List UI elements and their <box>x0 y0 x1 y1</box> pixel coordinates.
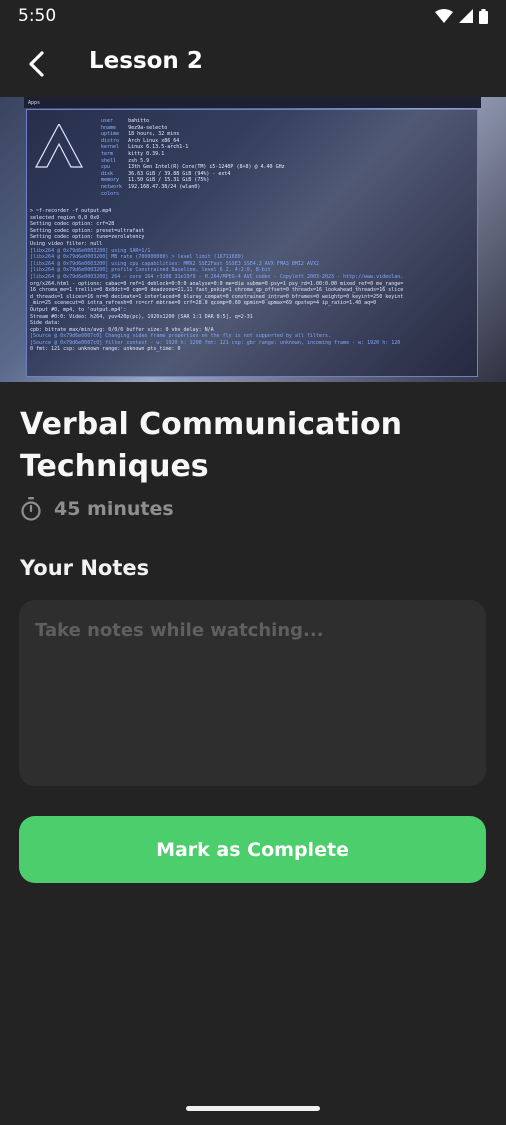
terminal-line: > ~f-recorder -f output.mp4 <box>30 208 112 214</box>
stopwatch-icon <box>21 497 41 521</box>
terminal-line: [libx264 @ 0x79d6e0003200] profile Const… <box>30 267 271 274</box>
sysinfo-key: colors <box>101 190 120 197</box>
notes-input[interactable] <box>19 600 486 786</box>
sysinfo-key: shell <box>101 157 117 164</box>
home-indicator[interactable] <box>186 1106 320 1111</box>
notes-label: Your Notes <box>20 556 150 580</box>
terminal-line: Using video filter: null <box>30 240 103 247</box>
terminal-line: [libx264 @ 0x79d6e0003200] using cpu cap… <box>30 260 319 267</box>
back-button[interactable] <box>18 44 54 84</box>
sysinfo-value: 192.168.47.38/24 (wlan0) <box>128 183 201 190</box>
sysinfo-value: Arch Linux x86_64 <box>128 137 180 144</box>
terminal-line: selected region 0,0 0x0 <box>30 214 100 221</box>
sysinfo-value: kitty 0.39.1 <box>128 150 165 157</box>
video-topbar-apps: Apps <box>28 99 41 106</box>
sysinfo-value: bahitto <box>128 118 150 124</box>
terminal-line: d_threads=1 slices=16 nr=0 decimate=1 in… <box>30 293 404 300</box>
sysinfo-key: user <box>101 118 114 124</box>
terminal-line: [libx264 @ 0x79d6e0003200] 264 - core 16… <box>30 273 404 280</box>
terminal-line: _min=25 scenecut=0 intra_refresh=0 rc=cr… <box>30 300 377 307</box>
video-terminal: user hname uptime distro kernel term shell cpu d… <box>26 109 478 377</box>
terminal-line: cpb: bitrate max/min/avg: 0/0/0 buffer s… <box>30 326 214 333</box>
terminal-line: 0 fmt: 121 csp: unknown range: unknown p… <box>30 346 181 353</box>
sysinfo-value: zsh 5.9 <box>128 157 150 164</box>
sysinfo-values: bahitto 9ez9a-selecto 18 hours, 32 mins Arc… <box>128 118 285 197</box>
terminal-line: Stream #0:0: Video: h264, yuv420p(pc), 1… <box>30 313 253 320</box>
sysinfo-value: 13th Gen Intel(R) Core(TM) i5-1240P (8+8… <box>128 164 285 171</box>
terminal-line: Output #0, mp4, to 'output.mp4': <box>30 306 127 313</box>
video-player[interactable]: Apps user hname uptime distro kernel term shel… <box>0 97 506 382</box>
terminal-line: [libx264 @ 0x79d6e0003200] using SAR=1/1 <box>30 247 151 254</box>
arch-logo-icon <box>35 124 83 168</box>
signal-icon <box>459 9 473 23</box>
sysinfo-value: 11.50 GiB / 15.31 GiB (75%) <box>128 177 210 184</box>
terminal-line: [Source @ 0x79d6e0007c0] Changing video … <box>30 333 332 340</box>
sysinfo-key: distro <box>101 137 120 144</box>
sysinfo: user hname uptime distro kernel term shell cpu d… <box>101 118 285 197</box>
terminal-line: [Source @ 0x79d6e0007c0] filter context … <box>30 339 401 346</box>
terminal-line: Side data: <box>30 320 61 327</box>
sysinfo-value: Linux 6.13.5-arch1-1 <box>128 144 189 151</box>
terminal-line: Setting codec option: preset=ultrafast <box>30 227 145 234</box>
battery-icon <box>479 8 488 24</box>
status-bar: 5:50 <box>0 0 506 32</box>
terminal-line: org/x264.html - options: cabac=0 ref=1 d… <box>30 280 404 287</box>
back-arrow-icon <box>29 51 44 77</box>
terminal-line: [libx264 @ 0x79d6e0003200] MB rate (7000… <box>30 254 244 261</box>
duration-text: 45 minutes <box>54 498 174 520</box>
mark-complete-button[interactable]: Mark as Complete <box>19 816 486 883</box>
sysinfo-key: term <box>101 150 114 157</box>
sysinfo-value: 36.63 GiB / 39.88 GiB (94%) - ext4 <box>128 170 231 177</box>
terminal-output: > ~f-recorder -f output.mp4 selected regi… <box>30 208 474 353</box>
terminal-line: 16 chroma_me=1 trellis=0 8x8dct=0 cqm=0 … <box>30 287 404 294</box>
lesson-title: Verbal Communication Techniques <box>20 407 402 484</box>
sysinfo-key: kernel <box>101 144 120 151</box>
sysinfo-value: 18 hours, 32 mins <box>128 131 180 138</box>
sysinfo-key: memory <box>101 177 120 184</box>
status-time: 5:50 <box>18 6 57 26</box>
sysinfo-key: disk <box>101 170 114 177</box>
lesson-duration: 45 minutes <box>20 497 174 521</box>
terminal-line: Setting codec option: tune=zerolatency <box>30 234 145 241</box>
sysinfo-key: uptime <box>101 131 120 138</box>
sysinfo-keys: user hname uptime distro kernel term shell cpu d… <box>101 118 122 197</box>
status-icons <box>435 8 488 24</box>
sysinfo-key: network <box>101 183 123 190</box>
app-bar: Lesson 2 <box>0 36 506 92</box>
video-desktop-topbar: Apps <box>24 97 481 108</box>
sysinfo-key: hname <box>101 124 117 131</box>
terminal-line: Setting codec option: crf=28 <box>30 221 115 228</box>
sysinfo-key: cpu <box>101 164 111 171</box>
wifi-icon <box>435 9 453 23</box>
page-title: Lesson 2 <box>89 48 203 74</box>
sysinfo-value: 9ez9a-selecto <box>128 124 168 131</box>
